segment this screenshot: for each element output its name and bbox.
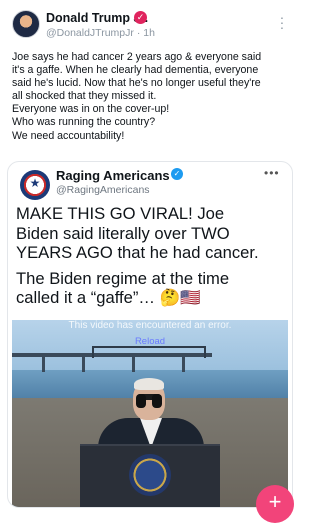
dot-separator: · xyxy=(136,27,141,39)
reload-link[interactable]: Reload xyxy=(12,336,288,347)
bridge-pier xyxy=(42,356,45,372)
post-line: all shocked that they missed it. xyxy=(12,90,157,103)
quoted-post-card[interactable]: ★ Raging Americans ✓ @RagingAmericans ••… xyxy=(7,161,293,508)
bridge-pier xyxy=(82,356,85,372)
quote-author-name[interactable]: Raging Americans xyxy=(56,168,170,183)
compose-button[interactable]: + xyxy=(256,485,294,523)
post-line: Joe says he had cancer 2 years ago & eve… xyxy=(12,51,262,63)
quote-line: called it a “gaffe”… 🤔🇺🇸 xyxy=(16,288,201,307)
video-player[interactable]: This video has encountered an error. Rel… xyxy=(12,320,288,507)
post-line: Who was running the country? xyxy=(12,116,156,129)
quote-body: MAKE THIS GO VIRAL! Joe Biden said liter… xyxy=(16,204,290,308)
microphone-icon xyxy=(152,394,162,408)
handle-text: @DonaldJTrumpJr xyxy=(46,27,134,39)
post-line: Everyone was in on the cover-up! xyxy=(12,103,170,116)
presidential-seal xyxy=(129,454,171,496)
quote-author-handle[interactable]: @RagingAmericans xyxy=(56,184,150,196)
verified-badge-icon: ✓ xyxy=(134,11,147,24)
more-options-icon[interactable]: · · · xyxy=(277,10,287,34)
post-line: We need accountability! xyxy=(12,129,125,142)
verified-badge-icon: ✓ xyxy=(171,168,183,180)
quote-line: The Biden regime at the time xyxy=(16,268,230,288)
bridge-pier xyxy=(182,356,185,372)
bridge-truss xyxy=(92,346,206,358)
post-line: it's a gaffe. When he clearly had dement… xyxy=(12,64,259,77)
timestamp: 1h xyxy=(143,27,155,39)
microphone-icon xyxy=(136,394,146,408)
bridge-pier xyxy=(132,356,135,372)
video-error-message: This video has encountered an error. xyxy=(68,320,232,331)
post-line: said he's lucid. Now that he's no longer… xyxy=(12,77,261,90)
quote-line: YEARS AGO that he had cancer. xyxy=(16,243,259,262)
quote-more-options-icon[interactable]: ••• xyxy=(264,166,280,180)
post-header: Donald Trump Jr. ✓ @DonaldJTrumpJr · 1h … xyxy=(0,0,299,44)
eagle-logo-icon: ★ xyxy=(29,176,41,190)
quote-line: Biden said literally over TWO xyxy=(16,223,230,243)
avatar[interactable] xyxy=(12,10,40,38)
author-name[interactable]: Donald Trump Jr. xyxy=(46,11,148,25)
quote-line: MAKE THIS GO VIRAL! Joe xyxy=(16,204,225,223)
post-text: Joe says he had cancer 2 years ago & eve… xyxy=(12,51,292,143)
author-handle[interactable]: @DonaldJTrumpJr · 1h xyxy=(46,27,155,39)
